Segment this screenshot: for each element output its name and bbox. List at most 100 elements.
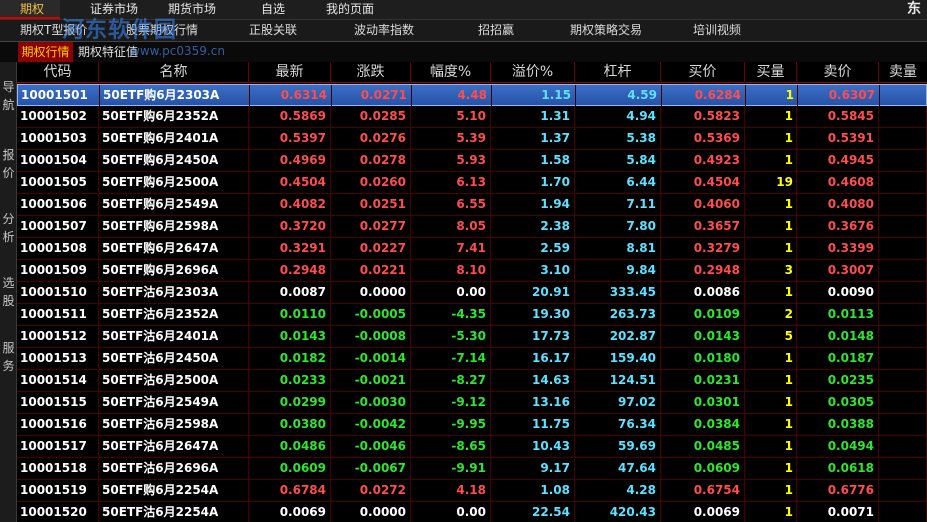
cell-bid: 0.4504	[661, 172, 745, 193]
table-row[interactable]: 10001509 50ETF购6月2696A 0.2948 0.0221 8.10 3.1…	[17, 260, 927, 282]
cell-last: 0.0087	[249, 282, 331, 303]
menu-options[interactable]: 期权	[0, 0, 60, 19]
cell-premium-pct: 22.54	[491, 502, 575, 522]
cell-last: 0.4082	[249, 194, 331, 215]
subtab-option-features[interactable]: 期权特征值	[78, 42, 138, 62]
cell-ask-volume	[879, 480, 927, 501]
cell-change: 0.0285	[331, 106, 411, 127]
watermark-logo: 河东软件园	[62, 18, 178, 43]
cell-premium-pct: 2.59	[491, 238, 575, 259]
cell-bid: 0.0231	[661, 370, 745, 391]
cell-premium-pct: 1.08	[491, 480, 575, 501]
menu-my-page[interactable]: 我的页面	[326, 0, 374, 19]
cell-bid: 0.5823	[661, 106, 745, 127]
sidebar-item-analysis[interactable]: 分 析	[0, 210, 17, 246]
cell-leverage: 124.51	[575, 370, 661, 391]
cell-name: 50ETF购6月2598A	[99, 216, 249, 237]
sidebar-item-quote[interactable]: 报 价	[0, 146, 17, 182]
table-row[interactable]: 10001510 50ETF沽6月2303A 0.0087 0.0000 0.00 20.…	[17, 282, 927, 304]
cell-leverage: 4.94	[575, 106, 661, 127]
cell-change-pct: -7.14	[411, 348, 491, 369]
cell-premium-pct: 1.31	[491, 106, 575, 127]
cell-ask: 0.5391	[797, 128, 879, 149]
col-header-change-pct[interactable]: 幅度%	[411, 62, 491, 83]
table-row[interactable]: 10001507 50ETF购6月2598A 0.3720 0.0277 8.05 2.3…	[17, 216, 927, 238]
table-row[interactable]: 10001520 50ETF沽6月2254A 0.0069 0.0000 0.00 22.…	[17, 502, 927, 522]
table-row[interactable]: 10001504 50ETF购6月2450A 0.4969 0.0278 5.93 1.5…	[17, 150, 927, 172]
col-header-last[interactable]: 最新	[249, 62, 331, 83]
cell-ask: 0.0388	[797, 414, 879, 435]
sidebar-item-nav[interactable]: 导 航	[0, 78, 17, 114]
subtab-option-quotes[interactable]: 期权行情	[18, 42, 73, 62]
cell-premium-pct: 1.37	[491, 128, 575, 149]
sidebar-char: 报	[2, 148, 15, 162]
cell-code: 10001505	[17, 172, 99, 193]
sidebar-char: 股	[2, 294, 15, 308]
menu-watchlist[interactable]: 自选	[261, 0, 285, 19]
table-header: 代码 名称 最新 涨跌 幅度% 溢价% 杠杆 买价 买量 卖价 卖量	[17, 62, 927, 83]
cell-last: 0.4504	[249, 172, 331, 193]
cell-change: -0.0014	[331, 348, 411, 369]
cell-change: -0.0042	[331, 414, 411, 435]
cell-bid-volume: 1	[745, 348, 797, 369]
cell-code: 10001512	[17, 326, 99, 347]
col-header-bid-volume[interactable]: 买量	[745, 62, 797, 83]
tab-volatility-index[interactable]: 波动率指数	[354, 20, 414, 41]
cell-change-pct: 8.05	[411, 216, 491, 237]
col-header-code[interactable]: 代码	[17, 62, 99, 83]
cell-change: 0.0251	[331, 194, 411, 215]
table-row[interactable]: 10001506 50ETF购6月2549A 0.4082 0.0251 6.55 1.9…	[17, 194, 927, 216]
sidebar-item-service[interactable]: 服 务	[0, 339, 17, 375]
table-row[interactable]: 10001514 50ETF沽6月2500A 0.0233 -0.0021 -8.27 1…	[17, 370, 927, 392]
table-row[interactable]: 10001513 50ETF沽6月2450A 0.0182 -0.0014 -7.14 1…	[17, 348, 927, 370]
col-header-bid[interactable]: 买价	[661, 62, 745, 83]
cell-ask-volume	[879, 304, 927, 325]
table-row[interactable]: 10001512 50ETF沽6月2401A 0.0143 -0.0008 -5.30 1…	[17, 326, 927, 348]
table-row[interactable]: 10001501 50ETF购6月2303A 0.6314 0.0271 4.48 1.1…	[17, 84, 927, 106]
col-header-leverage[interactable]: 杠杆	[575, 62, 661, 83]
table-row[interactable]: 10001511 50ETF沽6月2352A 0.0110 -0.0005 -4.35 1…	[17, 304, 927, 326]
table-row[interactable]: 10001516 50ETF沽6月2598A 0.0380 -0.0042 -9.95 1…	[17, 414, 927, 436]
table-row[interactable]: 10001505 50ETF购6月2500A 0.4504 0.0260 6.13 1.7…	[17, 172, 927, 194]
cell-name: 50ETF购6月2401A	[99, 128, 249, 149]
col-header-name[interactable]: 名称	[99, 62, 249, 83]
table-row[interactable]: 10001502 50ETF购6月2352A 0.5869 0.0285 5.10 1.3…	[17, 106, 927, 128]
cell-bid-volume: 1	[745, 150, 797, 171]
cell-last: 0.0143	[249, 326, 331, 347]
col-header-change[interactable]: 涨跌	[331, 62, 411, 83]
cell-premium-pct: 10.43	[491, 436, 575, 457]
cell-name: 50ETF沽6月2450A	[99, 348, 249, 369]
col-header-ask-volume[interactable]: 卖量	[879, 62, 927, 83]
cell-bid: 0.0143	[661, 326, 745, 347]
cell-last: 0.0182	[249, 348, 331, 369]
cell-last: 0.3291	[249, 238, 331, 259]
cell-name: 50ETF沽6月2303A	[99, 282, 249, 303]
tab-underlying-link[interactable]: 正股关联	[249, 20, 297, 41]
tab-zhaozhaoying[interactable]: 招招赢	[478, 20, 514, 41]
cell-change: 0.0271	[332, 85, 412, 106]
tab-strategy-trading[interactable]: 期权策略交易	[570, 20, 642, 41]
sidebar-item-stock-pick[interactable]: 选 股	[0, 274, 17, 310]
cell-code: 10001519	[17, 480, 99, 501]
cell-ask-volume	[879, 436, 927, 457]
cell-ask: 0.4608	[797, 172, 879, 193]
tab-training-video[interactable]: 培训视频	[693, 20, 741, 41]
table-row[interactable]: 10001503 50ETF购6月2401A 0.5397 0.0276 5.39 1.3…	[17, 128, 927, 150]
table-row[interactable]: 10001517 50ETF沽6月2647A 0.0486 -0.0046 -8.65 1…	[17, 436, 927, 458]
cell-change: 0.0277	[331, 216, 411, 237]
table-row[interactable]: 10001518 50ETF沽6月2696A 0.0609 -0.0067 -9.91 9…	[17, 458, 927, 480]
cell-bid: 0.0301	[661, 392, 745, 413]
table-row[interactable]: 10001519 50ETF购6月2254A 0.6784 0.0272 4.18 1.0…	[17, 480, 927, 502]
brand-char: 东	[907, 1, 921, 17]
cell-ask: 0.0618	[797, 458, 879, 479]
col-header-premium-pct[interactable]: 溢价%	[491, 62, 575, 83]
cell-bid: 0.3657	[661, 216, 745, 237]
cell-bid-volume: 1	[745, 216, 797, 237]
table-row[interactable]: 10001508 50ETF购6月2647A 0.3291 0.0227 7.41 2.5…	[17, 238, 927, 260]
cell-code: 10001517	[17, 436, 99, 457]
col-header-ask[interactable]: 卖价	[797, 62, 879, 83]
cell-code: 10001515	[17, 392, 99, 413]
table-row[interactable]: 10001515 50ETF沽6月2549A 0.0299 -0.0030 -9.12 1…	[17, 392, 927, 414]
cell-bid: 0.0485	[661, 436, 745, 457]
cell-change-pct: -5.30	[411, 326, 491, 347]
